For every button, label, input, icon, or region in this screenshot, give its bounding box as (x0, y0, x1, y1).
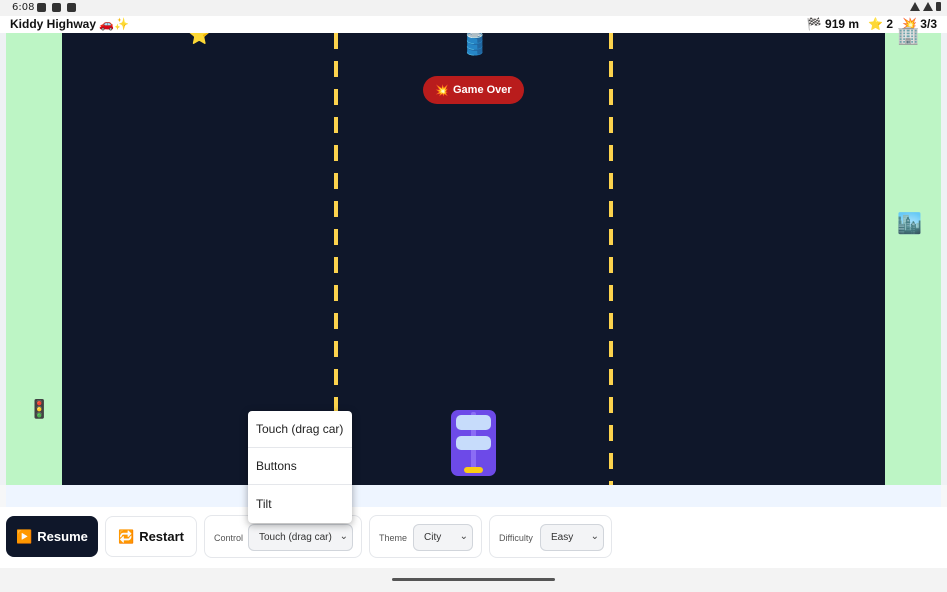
star-icon: ⭐ (188, 33, 211, 46)
control-select[interactable]: Touch (drag car) ⌄ (248, 524, 353, 551)
menu-item-touch[interactable]: Touch (drag car) (248, 411, 352, 448)
theme-group: Theme City ⌄ (369, 515, 482, 558)
resume-label: Resume (37, 529, 88, 544)
difficulty-value: Easy (551, 532, 574, 543)
control-dropdown-menu: Touch (drag car) Buttons Tilt (248, 411, 352, 523)
barrel-obstacle-icon: 🛢️ (461, 33, 489, 57)
status-bar: 6:08 (0, 0, 947, 16)
app-header: Kiddy Highway 🚗✨ 🏁 919 m ⭐ 2 💥 3/3 (0, 16, 947, 33)
player-car[interactable] (451, 410, 496, 476)
restart-label: Restart (139, 529, 184, 544)
city-icon: 🏙️ (897, 211, 922, 235)
game-over-badge: 💥 Game Over (423, 76, 524, 104)
car-headlight (464, 467, 483, 473)
control-value: Touch (drag car) (259, 532, 332, 543)
resume-button[interactable]: ▶️ Resume (6, 516, 98, 557)
left-grass: 🚦 (6, 33, 62, 485)
menu-item-buttons[interactable]: Buttons (248, 448, 352, 485)
status-right (910, 2, 941, 11)
app-title: Kiddy Highway 🚗✨ (10, 17, 130, 31)
restart-icon: 🔁 (118, 528, 135, 544)
menu-item-tilt[interactable]: Tilt (248, 485, 352, 522)
building-icon: 🏢 (897, 25, 920, 46)
chevron-down-icon: ⌄ (339, 531, 348, 542)
wifi-icon (910, 2, 920, 11)
explosion-icon: 💥 (435, 84, 449, 97)
distance-stat: 🏁 919 m (806, 17, 860, 31)
traffic-light-icon: 🚦 (28, 399, 51, 420)
car-windshield (456, 415, 491, 430)
road-footer-strip (6, 485, 941, 507)
navigation-bar (0, 568, 947, 592)
theme-value: City (424, 532, 442, 543)
restart-button[interactable]: 🔁 Restart (105, 516, 197, 557)
controls-bar: ▶️ Resume 🔁 Restart Control Touch (drag … (0, 507, 947, 568)
notification-icon (52, 3, 61, 12)
sim-icon (67, 3, 76, 12)
lane-divider (609, 33, 613, 485)
difficulty-select[interactable]: Easy ⌄ (540, 524, 604, 551)
control-label: Control (214, 533, 244, 543)
difficulty-group: Difficulty Easy ⌄ (489, 515, 612, 558)
stars-stat: ⭐ 2 (868, 17, 894, 31)
theme-label: Theme (379, 533, 408, 543)
difficulty-label: Difficulty (499, 533, 533, 543)
battery-icon (936, 2, 941, 11)
right-edge (941, 33, 947, 485)
shield-icon (37, 3, 46, 12)
signal-icon (923, 2, 933, 11)
home-gesture-handle[interactable] (392, 578, 555, 581)
car-rear-window (456, 436, 491, 450)
chevron-down-icon: ⌄ (459, 531, 468, 542)
right-grass: 🏢 🏙️ (885, 27, 941, 485)
theme-select[interactable]: City ⌄ (413, 524, 473, 551)
status-icons (37, 3, 76, 12)
play-icon: ▶️ (16, 528, 33, 544)
game-over-text: Game Over (453, 84, 512, 96)
chevron-down-icon: ⌄ (590, 531, 599, 542)
status-time: 6:08 (12, 2, 35, 13)
